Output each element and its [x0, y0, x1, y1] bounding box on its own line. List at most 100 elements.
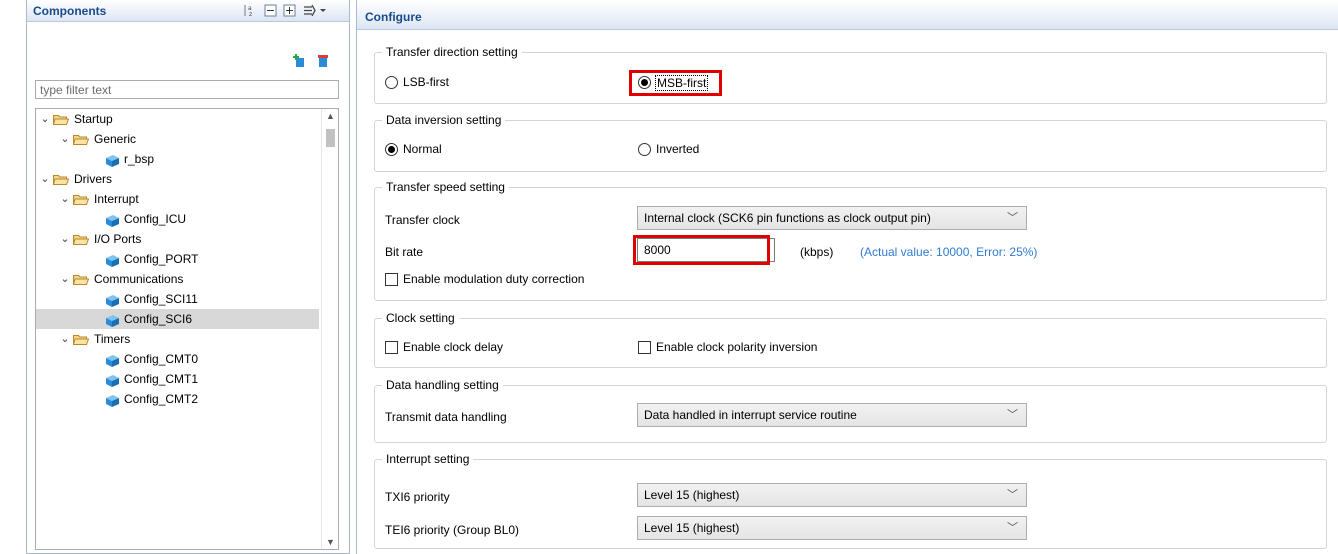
svg-text:z: z: [249, 11, 252, 17]
chevron-down-icon[interactable]: ⌄: [60, 269, 70, 289]
tree-component-label: Config_CMT2: [124, 392, 199, 406]
chevron-down-icon: ﹀: [1007, 409, 1018, 421]
view-menu-icon[interactable]: [303, 4, 327, 17]
tree-folder[interactable]: ⌄ I/O Ports: [36, 229, 319, 249]
tree-component[interactable]: Config_PORT: [36, 249, 319, 269]
modulation-label: Enable modulation duty correction: [403, 272, 585, 286]
chevron-down-icon[interactable]: ⌄: [60, 129, 70, 149]
tree-scrollbar[interactable]: ▲ ▼: [321, 109, 338, 549]
inverted-label: Inverted: [656, 142, 700, 156]
component-icon: [106, 295, 119, 307]
transfer-direction-group: Transfer direction setting LSB-first MSB…: [374, 45, 1327, 104]
folder-open-icon: [53, 115, 69, 125]
add-component-icon[interactable]: [293, 54, 305, 68]
data-inversion-group: Data inversion setting Normal Inverted: [374, 113, 1327, 172]
tree-folder-label: Startup: [74, 112, 113, 126]
bit-rate-highlight: [633, 235, 770, 265]
scroll-up-icon[interactable]: ▲: [322, 111, 338, 121]
tree-component-label: Config_SCI6: [124, 312, 193, 326]
chevron-down-icon[interactable]: ⌄: [60, 189, 70, 209]
txi6-priority-label: TXI6 priority: [385, 490, 450, 504]
folder-open-icon: [73, 335, 89, 345]
normal-label: Normal: [403, 142, 442, 156]
chevron-down-icon[interactable]: ⌄: [40, 169, 50, 189]
lsb-first-radio[interactable]: [385, 76, 398, 89]
folder-open-icon: [53, 175, 69, 185]
components-panel: Components a z type filter text ⌄ Startu…: [26, 0, 350, 554]
filter-input[interactable]: [35, 80, 339, 99]
transmit-data-select[interactable]: Data handled in interrupt service routin…: [637, 403, 1027, 427]
tree-component-label: Config_ICU: [124, 212, 187, 226]
clock-setting-legend: Clock setting: [382, 311, 459, 325]
tree-folder[interactable]: ⌄ Communications: [36, 269, 319, 289]
tree-component[interactable]: Config_SCI6: [36, 309, 319, 329]
tree-component[interactable]: Config_CMT1: [36, 369, 319, 389]
interrupt-setting-legend: Interrupt setting: [382, 452, 474, 466]
component-icon: [106, 355, 119, 367]
chevron-down-icon[interactable]: ⌄: [40, 109, 50, 129]
tree-folder-label: Communications: [94, 272, 184, 286]
collapse-all-icon[interactable]: [264, 4, 277, 17]
folder-open-icon: [73, 195, 89, 205]
tree-folder[interactable]: ⌄ Interrupt: [36, 189, 319, 209]
sort-icon[interactable]: a z: [243, 4, 256, 17]
tree-folder[interactable]: ⌄ Timers: [36, 329, 319, 349]
chevron-down-icon: ﹀: [1007, 212, 1018, 224]
configure-header: Configure: [357, 0, 1338, 30]
lsb-first-label: LSB-first: [403, 75, 450, 89]
clock-polarity-checkbox[interactable]: [638, 341, 651, 354]
tree-component[interactable]: r_bsp: [36, 149, 319, 169]
transfer-clock-select[interactable]: Internal clock (SCK6 pin functions as cl…: [637, 206, 1027, 230]
remove-component-icon[interactable]: [317, 54, 329, 68]
tei6-priority-value: Level 15 (highest): [644, 521, 740, 535]
tree-folder-label: Drivers: [74, 172, 112, 186]
msb-first-highlight: [629, 70, 722, 96]
tree-folder-label: Interrupt: [94, 192, 139, 206]
normal-radio[interactable]: [385, 143, 398, 156]
tree-folder[interactable]: ⌄ Drivers: [36, 169, 319, 189]
bit-rate-unit: (kbps): [800, 245, 834, 259]
tree-folder[interactable]: ⌄ Startup: [36, 109, 319, 129]
clock-polarity-label: Enable clock polarity inversion: [656, 340, 818, 354]
bit-rate-label: Bit rate: [385, 245, 424, 259]
component-icon: [106, 255, 119, 267]
tree-component[interactable]: Config_SCI11: [36, 289, 319, 309]
actual-value-note: (Actual value: 10000, Error: 25%): [860, 245, 1038, 259]
component-icon: [106, 395, 119, 407]
tei6-priority-select[interactable]: Level 15 (highest) ﹀: [637, 516, 1027, 540]
tree-folder-label: I/O Ports: [94, 232, 142, 246]
chevron-down-icon: ﹀: [1007, 489, 1018, 501]
txi6-priority-value: Level 15 (highest): [644, 488, 740, 502]
folder-open-icon: [73, 275, 89, 285]
data-inversion-legend: Data inversion setting: [382, 113, 506, 127]
clock-delay-checkbox[interactable]: [385, 341, 398, 354]
component-icon: [106, 215, 119, 227]
tree-component[interactable]: Config_ICU: [36, 209, 319, 229]
components-header: Components a z: [27, 0, 349, 22]
scrollbar-thumb[interactable]: [326, 129, 335, 147]
scroll-down-icon[interactable]: ▼: [322, 537, 338, 547]
tree-component[interactable]: Config_CMT0: [36, 349, 319, 369]
tree-folder-label: Timers: [94, 332, 131, 346]
modulation-checkbox[interactable]: [385, 273, 398, 286]
txi6-priority-select[interactable]: Level 15 (highest) ﹀: [637, 483, 1027, 507]
transfer-speed-legend: Transfer speed setting: [382, 180, 509, 194]
tree-component-label: r_bsp: [124, 152, 155, 166]
chevron-down-icon: ﹀: [1007, 522, 1018, 534]
folder-open-icon: [73, 235, 89, 245]
tree-component-label: Config_CMT1: [124, 372, 199, 386]
tree-folder[interactable]: ⌄ Generic: [36, 129, 319, 149]
component-icon: [106, 315, 119, 327]
chevron-down-icon[interactable]: ⌄: [60, 329, 70, 349]
data-handling-legend: Data handling setting: [382, 378, 503, 392]
chevron-down-icon[interactable]: ⌄: [60, 229, 70, 249]
tree-folder-label: Generic: [94, 132, 137, 146]
tree-component[interactable]: Config_CMT2: [36, 389, 319, 409]
clock-setting-group: Clock setting Enable clock delay Enable …: [374, 311, 1327, 368]
expand-all-icon[interactable]: [283, 4, 296, 17]
inverted-radio[interactable]: [638, 143, 651, 156]
transfer-speed-group: Transfer speed setting Transfer clock In…: [374, 180, 1327, 301]
component-tree: ⌄ Startup ⌄ Generic r_bsp ⌄ Drivers ⌄ Interrupt C…: [35, 108, 339, 550]
transfer-clock-label: Transfer clock: [385, 213, 460, 227]
configure-panel: Configure Transfer direction setting LSB…: [356, 0, 1338, 554]
